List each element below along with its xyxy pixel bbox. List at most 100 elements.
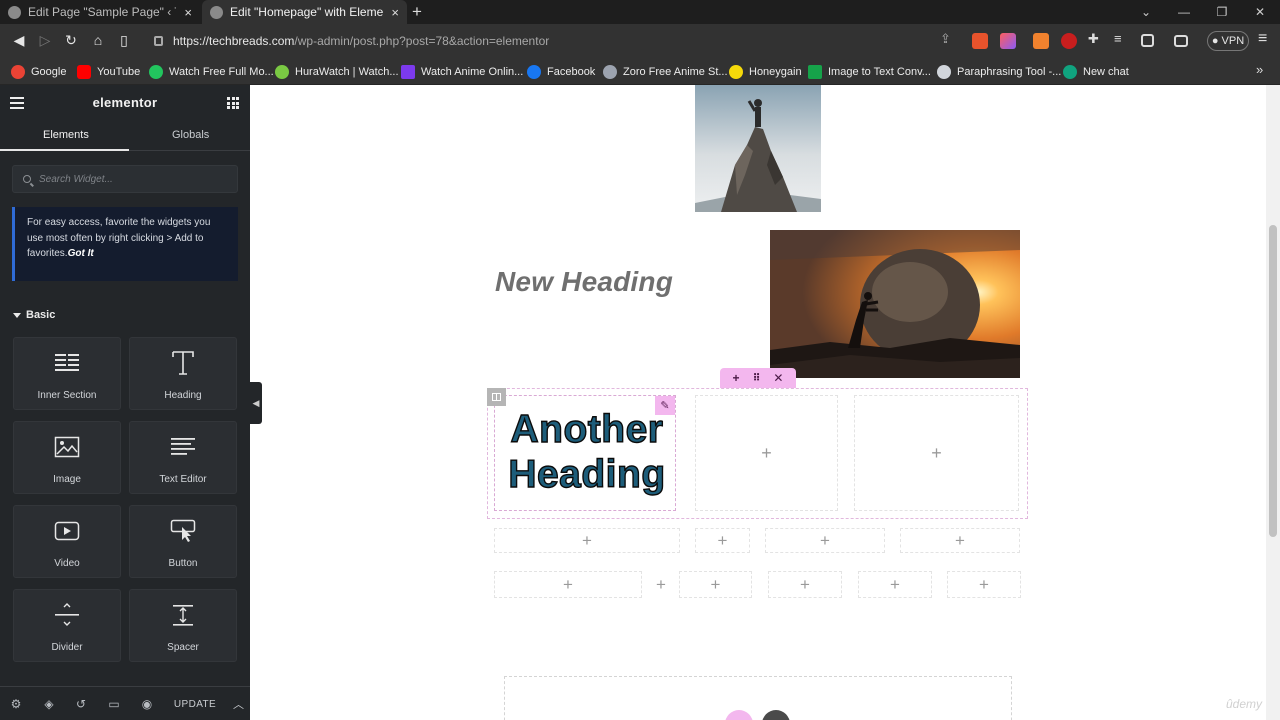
settings-gear-icon[interactable]: ⚙	[9, 697, 23, 711]
canvas-scrollbar[interactable]	[1266, 85, 1280, 720]
bookmark-youtube[interactable]: YouTube	[77, 63, 140, 81]
reload-icon[interactable]: ↻	[62, 32, 80, 49]
widget-label: Divider	[51, 642, 83, 653]
extension-icon[interactable]	[1061, 33, 1077, 49]
plus-icon: +	[717, 530, 728, 550]
widget-label: Video	[54, 558, 80, 569]
menu-icon[interactable]: ≡	[1258, 30, 1267, 48]
widget-text-editor[interactable]: Text Editor	[129, 421, 237, 494]
tab-globals[interactable]: Globals	[172, 129, 209, 141]
vpn-button[interactable]: ● VPN	[1207, 31, 1249, 51]
plus-icon: +	[710, 574, 721, 594]
reading-list-icon[interactable]: ≡	[1114, 31, 1130, 47]
column-handle-icon[interactable]	[487, 388, 506, 406]
empty-cell-add[interactable]: +	[679, 571, 752, 598]
new-heading-widget[interactable]: New Heading	[495, 266, 673, 298]
empty-cell-add[interactable]: +	[695, 528, 750, 553]
drag-handle-icon[interactable]: ⠿	[753, 373, 761, 384]
widget-button[interactable]: Button	[129, 505, 237, 578]
responsive-mode-icon[interactable]: ▭	[107, 697, 121, 711]
wallet-icon[interactable]	[1174, 35, 1188, 47]
empty-cell-add[interactable]: +	[494, 528, 680, 553]
restore-icon[interactable]: ❐	[1203, 0, 1241, 24]
new-tab-icon[interactable]: +	[412, 2, 422, 22]
empty-cell-add[interactable]: +	[650, 571, 672, 598]
forward-icon[interactable]: ▷	[36, 32, 54, 49]
bookmark-honeygain[interactable]: Honeygain	[729, 63, 802, 81]
image-man-pushing-boulder[interactable]	[770, 230, 1020, 378]
url-bar[interactable]: https://techbreads.com/wp-admin/post.php…	[146, 28, 968, 54]
empty-cell-add[interactable]: +	[768, 571, 842, 598]
empty-cell-add[interactable]: +	[900, 528, 1020, 553]
image-man-on-cliff[interactable]	[695, 85, 821, 212]
home-icon[interactable]: ⌂	[89, 32, 107, 48]
empty-cell-add[interactable]: +	[765, 528, 885, 553]
preview-eye-icon[interactable]: ◉	[140, 697, 154, 711]
empty-column-add[interactable]: +	[854, 395, 1019, 511]
bookmark-icon[interactable]: ▯	[115, 32, 133, 49]
tab-search-icon[interactable]: ⌄	[1127, 0, 1165, 24]
bookmark-google[interactable]: Google	[11, 63, 66, 81]
tab-title: Edit Page "Sample Page" ‹ The Adona	[28, 5, 176, 19]
scrollbar-thumb[interactable]	[1269, 225, 1277, 537]
bookmark-zoro[interactable]: Zoro Free Anime St...	[603, 63, 728, 81]
app-root: Edit Page "Sample Page" ‹ The Adona × Ed…	[0, 0, 1280, 720]
collapse-panel-button[interactable]: ◀	[250, 382, 262, 424]
widget-heading[interactable]: Heading	[129, 337, 237, 410]
share-icon[interactable]: ⇪	[940, 31, 956, 47]
close-icon[interactable]: ×	[391, 5, 399, 20]
widget-label: Text Editor	[159, 474, 207, 485]
plus-icon: +	[582, 530, 592, 550]
bookmark-watch-anime[interactable]: Watch Anime Onlin...	[401, 63, 523, 81]
tip-text: For easy access, favorite the widgets yo…	[27, 217, 211, 259]
address-toolbar: ◀ ▷ ↻ ⌂ ▯ https://techbreads.com/wp-admi…	[0, 24, 1280, 58]
empty-cell-add[interactable]: +	[947, 571, 1021, 598]
metamask-icon[interactable]	[1033, 33, 1049, 49]
elementor-logo: elementor	[92, 95, 158, 110]
tab-elements[interactable]: Elements	[43, 129, 89, 141]
plus-icon: +	[656, 574, 666, 594]
widget-divider[interactable]: Divider	[13, 589, 121, 662]
widget-spacer[interactable]: Spacer	[129, 589, 237, 662]
add-section-icon[interactable]: +	[733, 371, 740, 385]
window-close-icon[interactable]: ✕	[1241, 0, 1279, 24]
minimize-icon[interactable]: —	[1165, 0, 1203, 24]
history-icon[interactable]: ↺	[74, 697, 88, 711]
extensions-puzzle-icon[interactable]: ✚	[1088, 31, 1104, 47]
widget-video[interactable]: Video	[13, 505, 121, 578]
tab-edit-page[interactable]: Edit Page "Sample Page" ‹ The Adona ×	[0, 0, 200, 24]
back-icon[interactable]: ◀	[10, 32, 28, 49]
widgets-grid-icon[interactable]	[227, 97, 239, 109]
bookmark-hurawatch[interactable]: HuraWatch | Watch...	[275, 63, 399, 81]
empty-cell-add[interactable]: +	[494, 571, 642, 598]
section-title: Basic	[26, 309, 56, 321]
bookmark-image-to-text[interactable]: Image to Text Conv...	[808, 63, 931, 81]
delete-section-icon[interactable]: ✕	[773, 371, 783, 385]
widget-image[interactable]: Image	[13, 421, 121, 494]
empty-cell-add[interactable]: +	[858, 571, 932, 598]
tab-edit-homepage[interactable]: Edit "Homepage" with Elementor ×	[202, 0, 407, 24]
add-new-section-area[interactable]	[504, 676, 1012, 720]
brave-rewards-icon[interactable]	[1000, 33, 1016, 49]
another-heading-widget[interactable]: Another Heading	[502, 407, 672, 497]
panel-footer: ⚙ ◈ ↺ ▭ ◉ UPDATE ︿	[0, 686, 250, 720]
bookmark-facebook[interactable]: Facebook	[527, 63, 595, 81]
panel-header: elementor	[0, 85, 250, 121]
basic-section-toggle[interactable]: Basic	[13, 309, 55, 321]
got-it-link[interactable]: Got It	[68, 248, 94, 259]
image-icon	[14, 434, 120, 460]
chevron-up-icon[interactable]: ︿	[227, 687, 250, 720]
close-icon[interactable]: ×	[184, 5, 192, 20]
more-bookmarks-icon[interactable]: »	[1256, 62, 1263, 77]
update-button[interactable]: UPDATE	[163, 687, 227, 720]
bookmark-watch-free[interactable]: Watch Free Full Mo...	[149, 63, 274, 81]
widget-label: Spacer	[167, 642, 199, 653]
bookmark-new-chat[interactable]: New chat	[1063, 63, 1129, 81]
search-widget-input[interactable]: Search Widget...	[12, 165, 238, 193]
empty-column-add[interactable]: +	[695, 395, 838, 511]
widget-inner-section[interactable]: Inner Section	[13, 337, 121, 410]
navigator-layers-icon[interactable]: ◈	[42, 697, 56, 711]
sidebar-icon[interactable]	[1141, 34, 1154, 47]
brave-shield-icon[interactable]	[972, 33, 988, 49]
bookmark-paraphrasing[interactable]: Paraphrasing Tool -...	[937, 63, 1061, 81]
